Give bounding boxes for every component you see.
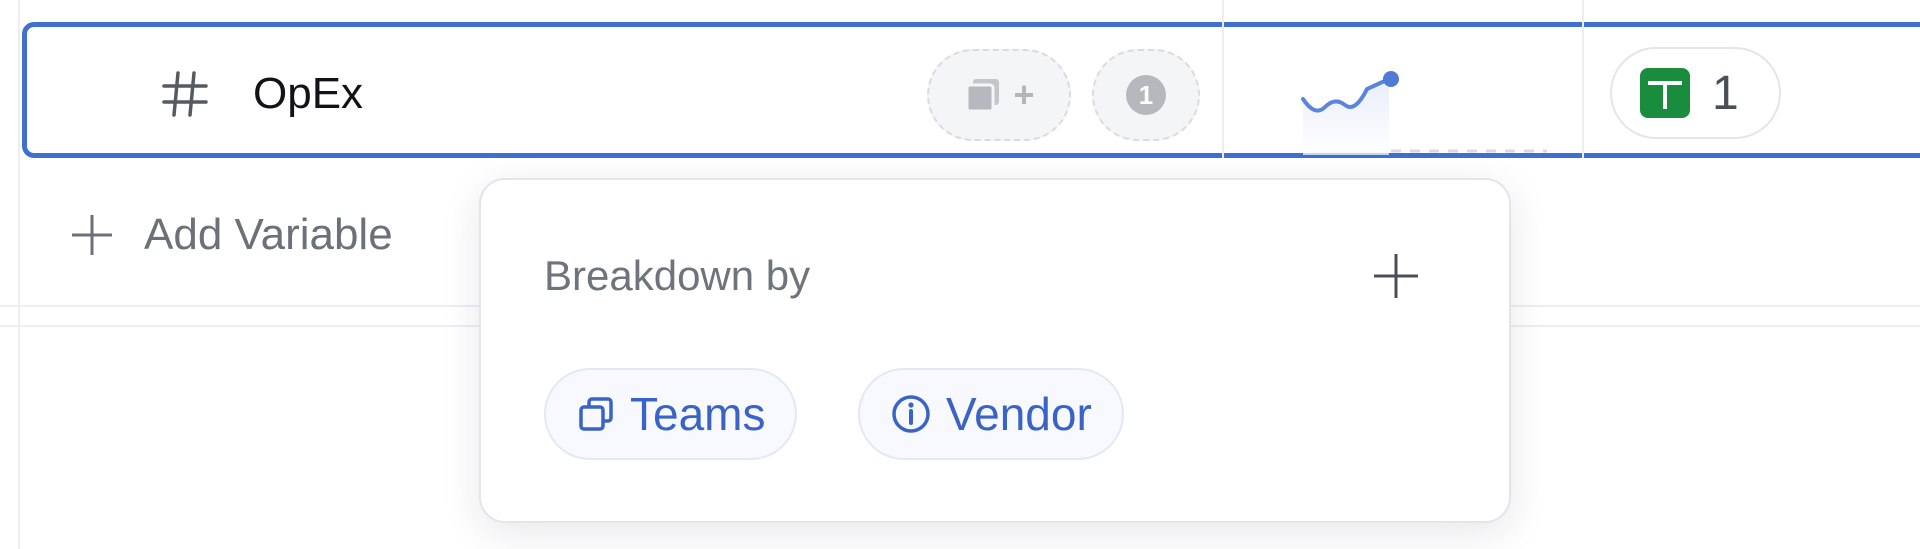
add-variable-label: Add Variable (144, 210, 393, 259)
data-source-chip[interactable]: 1 (1610, 47, 1781, 139)
breakdown-chip-label: Vendor (946, 388, 1092, 440)
grid-column-divider (1582, 0, 1584, 22)
plus-icon (72, 215, 112, 255)
add-breakdown-button[interactable] (1370, 250, 1422, 302)
breakdown-chip-vendor[interactable]: Vendor (858, 368, 1124, 460)
info-icon (892, 395, 930, 433)
grid-left-border (18, 0, 20, 549)
google-sheets-icon (1640, 68, 1690, 118)
info-badge-icon: 1 (1126, 75, 1166, 115)
variable-name[interactable]: OpEx (253, 69, 363, 119)
info-badge-number: 1 (1138, 79, 1154, 110)
add-dimension-plus: + (1013, 74, 1035, 115)
row-column-divider (1582, 22, 1584, 158)
breakdown-chip-label: Teams (630, 388, 766, 440)
dimension-icon (579, 397, 613, 431)
add-dimension-button[interactable]: + (927, 49, 1071, 141)
dimension-icon (965, 79, 1000, 113)
breakdown-chip-teams[interactable]: Teams (544, 368, 798, 460)
add-variable-button[interactable]: Add Variable (68, 210, 393, 260)
breakdown-title: Breakdown by (544, 252, 811, 299)
hash-icon (162, 71, 208, 117)
info-pill-button[interactable]: 1 (1092, 49, 1200, 141)
source-count: 1 (1712, 66, 1739, 120)
breakdown-popover: Breakdown by Teams Vendor (479, 178, 1511, 523)
sparkline-chart (1301, 71, 1547, 155)
grid-column-divider (1222, 0, 1224, 22)
row-column-divider (1222, 22, 1224, 158)
variable-row-selected[interactable]: OpEx + 1 1 (22, 22, 1920, 158)
